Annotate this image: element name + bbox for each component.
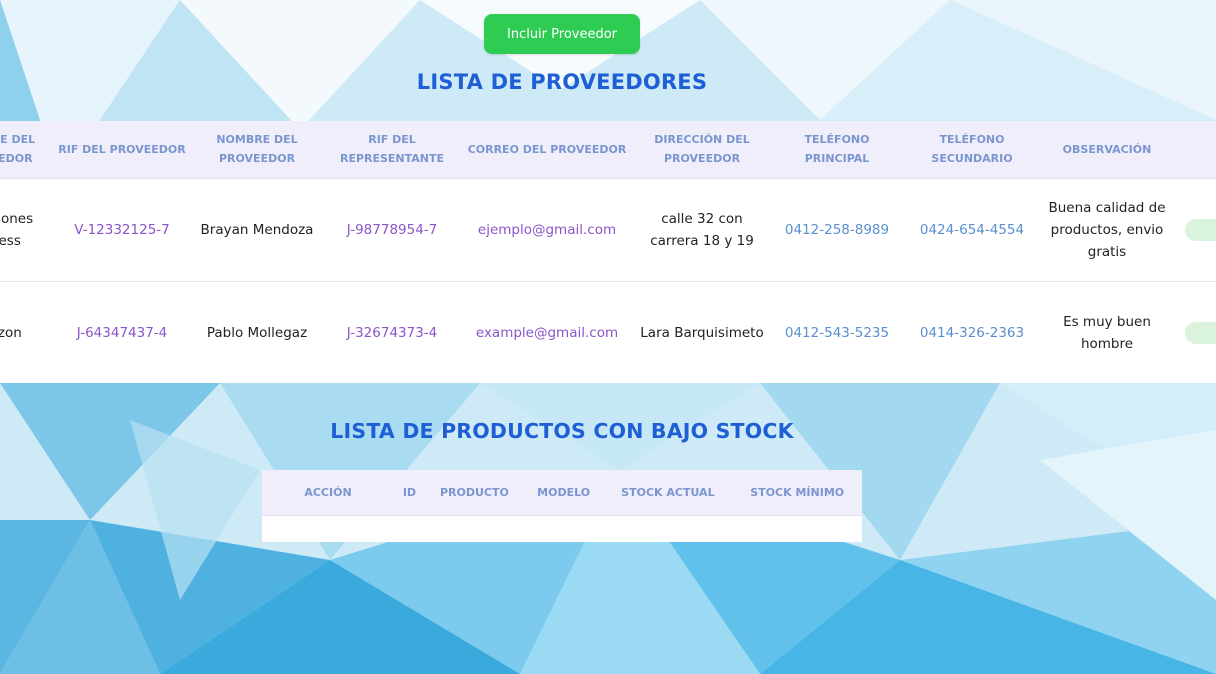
suppliers-title: LISTA DE PROVEEDORES: [416, 70, 708, 94]
column-header: [1172, 121, 1216, 179]
supplier-company-cell: Amazon: [0, 324, 22, 341]
supplier-name-cell: Brayan Mendoza: [200, 221, 314, 238]
status-cell: [1172, 178, 1216, 281]
column-header: TELÉFONO PRINCIPAL: [772, 121, 902, 179]
add-supplier-button[interactable]: Incluir Proveedor: [484, 14, 640, 54]
representative-rif-cell: J-32674373-4: [346, 324, 438, 341]
status-badge[interactable]: [1184, 321, 1216, 344]
secondary-phone-cell: 0414-326-2363: [919, 324, 1025, 341]
supplier-company-cell: Inversiones Express: [0, 210, 34, 249]
status-cell: [1172, 281, 1216, 383]
column-header: STOCK ACTUAL: [603, 470, 733, 516]
column-header: ID: [394, 470, 425, 516]
column-header: RIF DEL REPRESENTANTE: [322, 121, 462, 179]
column-header: DIRECCIÓN DEL PROVEEDOR: [632, 121, 772, 179]
low-stock-table: ACCIÓN ID PRODUCTO MODELO STOCK ACTUAL S…: [262, 470, 862, 516]
status-badge[interactable]: [1184, 218, 1216, 241]
column-header: TELÉFONO SECUNDARIO: [902, 121, 1042, 179]
observation-cell: Es muy buen hombre: [1063, 313, 1151, 352]
suppliers-table: NOMBRE DEL PROVEEDOR RIF DEL PROVEEDOR N…: [0, 121, 1216, 383]
column-header: MODELO: [523, 470, 604, 516]
supplier-rif-cell: V-12332125-7: [74, 221, 170, 238]
low-stock-header-row: ACCIÓN ID PRODUCTO MODELO STOCK ACTUAL S…: [262, 470, 862, 516]
supplier-email-cell: example@gmail.com: [475, 324, 619, 341]
supplier-email-cell: ejemplo@gmail.com: [477, 221, 617, 238]
column-header: OBSERVACIÓN: [1042, 121, 1172, 179]
table-row: Amazon J-64347437-4 Pablo Mollegaz J-326…: [0, 281, 1216, 383]
supplier-name-cell: Pablo Mollegaz: [206, 324, 308, 341]
low-stock-title: LISTA DE PRODUCTOS CON BAJO STOCK: [330, 419, 794, 443]
column-header: NOMBRE DEL PROVEEDOR: [0, 121, 52, 179]
secondary-phone-cell: 0424-654-4554: [919, 221, 1025, 238]
low-stock-empty-body: [262, 515, 862, 542]
column-header: NOMBRE DEL PROVEEDOR: [192, 121, 322, 179]
supplier-address-cell: Lara Barquisimeto: [640, 324, 764, 341]
column-header: RIF DEL PROVEEDOR: [52, 121, 192, 179]
column-header: ACCIÓN: [262, 470, 394, 516]
column-header: PRODUCTO: [424, 470, 524, 516]
supplier-address-cell: calle 32 con carrera 18 y 19: [650, 210, 754, 249]
column-header: STOCK MÍNIMO: [732, 470, 862, 516]
table-row: Inversiones Express V-12332125-7 Brayan …: [0, 178, 1216, 281]
column-header: CORREO DEL PROVEEDOR: [462, 121, 632, 179]
suppliers-table-container: NOMBRE DEL PROVEEDOR RIF DEL PROVEEDOR N…: [0, 121, 1216, 383]
representative-rif-cell: J-98778954-7: [346, 221, 438, 238]
primary-phone-cell: 0412-258-8989: [784, 221, 890, 238]
supplier-rif-cell: J-64347437-4: [76, 324, 168, 341]
observation-cell: Buena calidad de productos, envio gratis: [1048, 199, 1166, 260]
low-stock-table-container: ACCIÓN ID PRODUCTO MODELO STOCK ACTUAL S…: [262, 470, 862, 542]
primary-phone-cell: 0412-543-5235: [784, 324, 890, 341]
suppliers-header-row: NOMBRE DEL PROVEEDOR RIF DEL PROVEEDOR N…: [0, 121, 1216, 179]
